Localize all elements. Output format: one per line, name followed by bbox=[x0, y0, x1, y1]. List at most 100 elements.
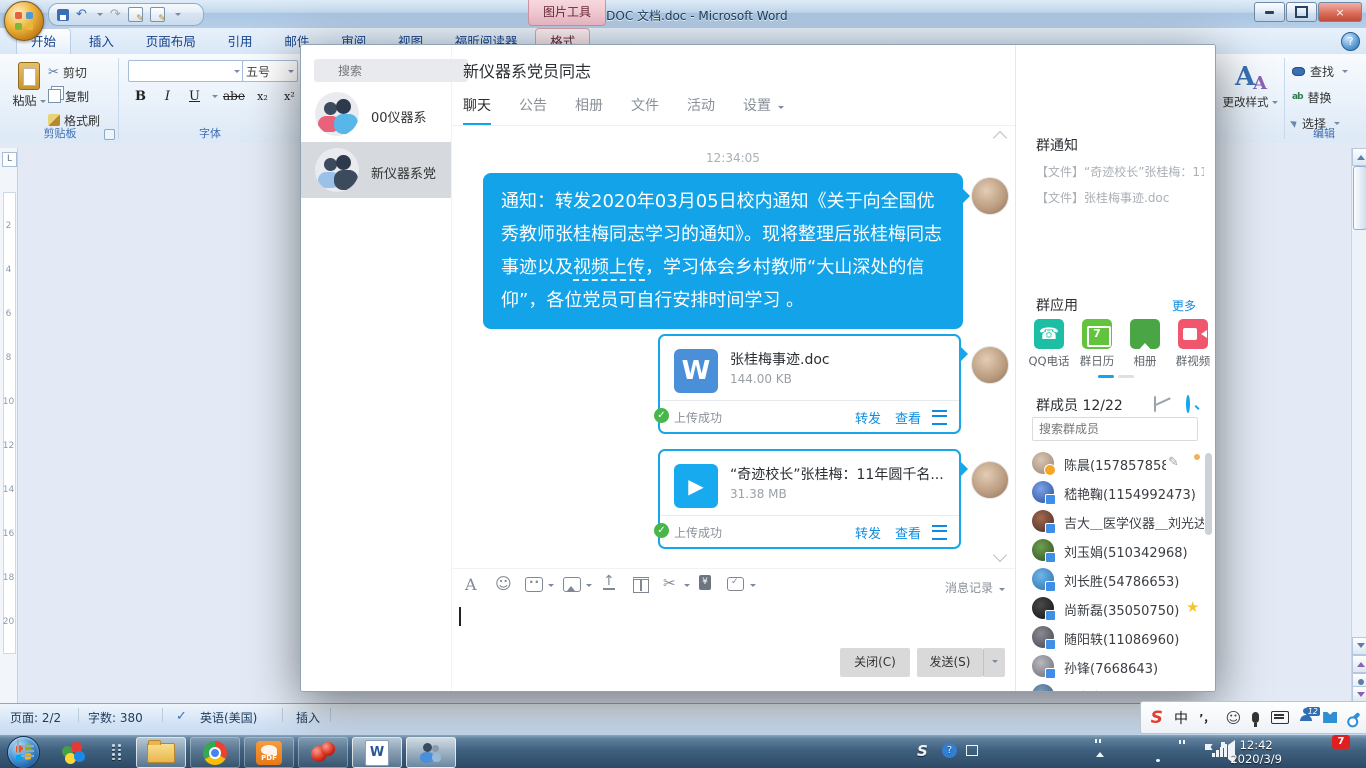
group-calendar-icon[interactable]: 7 bbox=[1082, 319, 1112, 349]
soft-keyboard-icon[interactable] bbox=[1271, 711, 1289, 724]
custom-macro2-icon[interactable] bbox=[150, 7, 165, 22]
cut-button[interactable]: 剪切 bbox=[48, 62, 87, 82]
scroll-up-button[interactable] bbox=[1352, 148, 1366, 166]
member-row[interactable]: 随阳轶(11086960) bbox=[1016, 623, 1216, 652]
group-video-icon[interactable] bbox=[1178, 319, 1208, 349]
member-row[interactable]: 刘玉娟(510342968) bbox=[1016, 536, 1216, 565]
tray-restore-icon[interactable] bbox=[966, 745, 978, 756]
view-link[interactable]: 查看 bbox=[895, 408, 921, 427]
font-name-combobox[interactable] bbox=[128, 60, 244, 82]
collapse-chevron-icon[interactable] bbox=[993, 131, 1007, 145]
notification-doc-icon[interactable] bbox=[17, 739, 19, 755]
replace-button[interactable]: ab 替换 bbox=[1292, 88, 1332, 106]
subscript-button[interactable]: x₂ bbox=[250, 86, 275, 107]
emoji-icon[interactable]: ☺ bbox=[495, 574, 512, 593]
member-row[interactable]: 嵇艳鞠(1154992473) bbox=[1016, 478, 1216, 507]
sticker-icon[interactable] bbox=[525, 577, 543, 592]
spellcheck-icon[interactable]: ✓ bbox=[176, 709, 187, 724]
status-word-count[interactable]: 字数: 380 bbox=[88, 709, 143, 726]
settings-wrench-icon[interactable] bbox=[1349, 711, 1361, 723]
qat-customize-caret-icon[interactable] bbox=[175, 13, 181, 19]
sender-avatar[interactable] bbox=[971, 346, 1009, 384]
member-row[interactable]: 吉大＿医学仪器＿刘光达(1 bbox=[1016, 507, 1216, 536]
close-button[interactable]: 关闭(C) bbox=[840, 648, 910, 677]
taskbar-clock[interactable]: 12:42 2020/3/9 bbox=[1230, 738, 1282, 766]
history-caret-icon[interactable] bbox=[999, 588, 1005, 594]
status-insert-mode[interactable]: 插入 bbox=[296, 709, 320, 726]
message-input-area[interactable] bbox=[451, 602, 1015, 691]
superscript-button[interactable]: x² bbox=[277, 86, 302, 107]
taskbar-media-button[interactable] bbox=[298, 737, 348, 768]
punctuation-icon[interactable]: ’， bbox=[1199, 710, 1214, 726]
message-assistant-icon[interactable] bbox=[727, 577, 744, 591]
member-row[interactable]: 尚新磊(35050750) ★ bbox=[1016, 594, 1216, 623]
mute-messages-icon[interactable] bbox=[1154, 396, 1156, 412]
tab-album[interactable]: 相册 bbox=[575, 95, 603, 123]
office-button[interactable] bbox=[4, 1, 44, 41]
taskbar-app-360[interactable] bbox=[48, 737, 98, 768]
start-button[interactable] bbox=[7, 736, 40, 768]
group-notice-item[interactable]: 【文件】张桂梅事迹.doc bbox=[1036, 189, 1204, 206]
change-styles-button[interactable]: 更改样式 bbox=[1220, 58, 1280, 134]
file-card-video[interactable]: ▶ “奇迹校长”张桂梅：11年圆千名... 31.38 MB ✓ 上传成功 转发… bbox=[658, 449, 961, 549]
skin-icon[interactable] bbox=[1323, 712, 1337, 723]
status-page[interactable]: 页面: 2/2 bbox=[10, 709, 61, 726]
scroll-down-button[interactable] bbox=[1352, 637, 1366, 655]
expand-chevron-icon[interactable] bbox=[993, 548, 1007, 562]
file-menu-icon[interactable] bbox=[932, 525, 947, 540]
gift-icon[interactable] bbox=[633, 577, 649, 593]
pagination-dot[interactable] bbox=[1118, 375, 1134, 378]
sender-avatar[interactable] bbox=[971, 461, 1009, 499]
member-row[interactable]: 刘长胜(54786653) bbox=[1016, 565, 1216, 594]
sender-avatar[interactable] bbox=[971, 177, 1009, 215]
pagination-dot-active[interactable] bbox=[1098, 375, 1114, 378]
voice-input-icon[interactable] bbox=[1252, 712, 1259, 723]
bold-button[interactable]: B bbox=[128, 86, 153, 107]
message-history-link[interactable]: 消息记录 bbox=[945, 579, 993, 596]
member-search-input[interactable] bbox=[1032, 417, 1198, 441]
underline-button[interactable]: U bbox=[182, 86, 207, 107]
image-icon[interactable] bbox=[563, 577, 581, 592]
edit-card-icon[interactable]: ✎ bbox=[1168, 455, 1179, 470]
emoji-picker-icon[interactable]: ☺ bbox=[1226, 709, 1242, 727]
tab-chat[interactable]: 聊天 bbox=[463, 95, 491, 126]
tab-insert[interactable]: 插入 bbox=[75, 29, 128, 54]
clipboard-dialog-launcher-icon[interactable] bbox=[104, 129, 115, 140]
status-language[interactable]: 英语(美国) bbox=[200, 709, 257, 726]
tab-selector-box[interactable]: L bbox=[2, 152, 17, 167]
paste-button[interactable]: 粘贴 bbox=[10, 60, 48, 122]
account-icon[interactable]: 12 bbox=[1300, 715, 1312, 721]
tab-page-layout[interactable]: 页面布局 bbox=[132, 29, 210, 54]
tab-settings[interactable]: 设置 bbox=[743, 95, 771, 123]
member-search-icon[interactable] bbox=[1186, 395, 1190, 413]
app-label[interactable]: 群日历 bbox=[1074, 353, 1120, 369]
member-row[interactable]: 陈晨(157857858) ✎ bbox=[1016, 449, 1216, 478]
qq-call-icon[interactable]: ☎ bbox=[1034, 319, 1064, 349]
tray-help-icon[interactable]: ? bbox=[942, 743, 957, 758]
chinese-mode-icon[interactable]: 中 bbox=[1174, 708, 1188, 728]
member-row[interactable]: 孙锋(7668643) bbox=[1016, 652, 1216, 681]
save-icon[interactable] bbox=[57, 9, 69, 21]
copy-button[interactable]: 复制 bbox=[48, 86, 89, 106]
sogou-logo-icon[interactable]: S bbox=[1151, 708, 1163, 728]
more-link[interactable]: 更多 bbox=[1172, 297, 1196, 314]
app-label[interactable]: QQ电话 bbox=[1026, 353, 1072, 369]
word-help-icon[interactable]: ? bbox=[1341, 32, 1360, 51]
tab-activity[interactable]: 活动 bbox=[687, 95, 715, 123]
group-notice-item[interactable]: 【文件】“奇迹校长”张桂梅：11年... bbox=[1036, 163, 1204, 180]
app-label[interactable]: 相册 bbox=[1122, 353, 1168, 369]
font-style-icon[interactable]: A bbox=[465, 575, 477, 594]
scrollbar-thumb[interactable] bbox=[1353, 166, 1366, 230]
chat-message-bubble[interactable]: 通知：转发2020年03月05日校内通知《关于向全国优秀教师张桂梅同志学习的通知… bbox=[483, 173, 963, 329]
taskbar-explorer-button[interactable] bbox=[136, 737, 186, 768]
word-vertical-scrollbar[interactable] bbox=[1351, 148, 1366, 703]
word-close-button[interactable]: × bbox=[1318, 2, 1362, 22]
previous-page-button[interactable] bbox=[1352, 655, 1366, 673]
send-button[interactable]: 发送(S) bbox=[917, 648, 983, 677]
taskbar-foxit-button[interactable]: PDF bbox=[244, 737, 294, 768]
group-album-icon[interactable] bbox=[1130, 319, 1160, 349]
send-options-button[interactable] bbox=[983, 648, 1005, 677]
settings-caret-icon[interactable] bbox=[778, 106, 784, 112]
file-card-doc[interactable]: W 张桂梅事迹.doc 144.00 KB ✓ 上传成功 转发 查看 bbox=[658, 334, 961, 434]
tab-references[interactable]: 引用 bbox=[214, 29, 267, 54]
